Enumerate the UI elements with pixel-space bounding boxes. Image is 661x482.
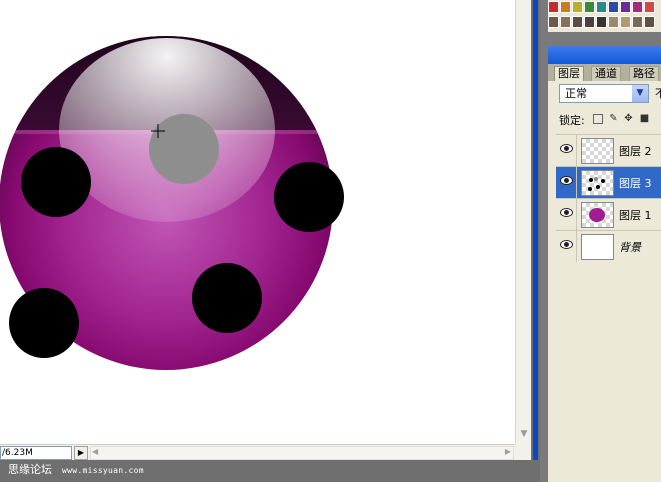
eye-icon[interactable] bbox=[560, 144, 573, 153]
swatch[interactable] bbox=[620, 1, 631, 13]
swatch[interactable] bbox=[608, 1, 619, 13]
black-dot bbox=[192, 263, 262, 333]
grey-dot bbox=[149, 114, 219, 184]
move-icon[interactable]: ✥ bbox=[623, 113, 634, 125]
black-dot bbox=[9, 288, 79, 358]
padlock-icon[interactable]: ■ bbox=[639, 113, 650, 125]
swatch[interactable] bbox=[584, 1, 595, 13]
panel-dock-titlebar[interactable] bbox=[548, 46, 661, 64]
layer-name: 图层 1 bbox=[619, 209, 652, 222]
layers-panel: 图层 通道 路径 正常 ▼ 不透 锁定: ✎ ✥ ■ 图层 2 bbox=[548, 64, 661, 482]
panel-tabs: 图层 通道 路径 bbox=[548, 64, 661, 81]
eye-icon[interactable] bbox=[560, 176, 573, 185]
scroll-right-icon[interactable]: ▶ bbox=[505, 447, 511, 456]
blend-mode-select[interactable]: 正常 ▼ bbox=[559, 84, 649, 103]
photoshop-window: ▼ /6.23M ▶ ◀ ▶ 思缘论坛 www.missyuan.com 图层 … bbox=[0, 0, 661, 482]
status-bar: /6.23M ▶ ◀ ▶ bbox=[0, 444, 531, 460]
swatch[interactable] bbox=[560, 16, 571, 28]
swatch[interactable] bbox=[632, 1, 643, 13]
document-size-readout: /6.23M bbox=[0, 446, 72, 460]
visibility-toggle[interactable] bbox=[556, 135, 577, 166]
lock-label: 锁定: bbox=[559, 114, 585, 127]
layer-row[interactable]: 背景 bbox=[556, 230, 661, 262]
vertical-scrollbar[interactable]: ▼ bbox=[515, 0, 531, 444]
watermark: 思缘论坛 www.missyuan.com bbox=[8, 461, 144, 477]
brush-icon[interactable]: ✎ bbox=[608, 113, 619, 125]
watermark-url: www.missyuan.com bbox=[62, 466, 144, 475]
visibility-toggle[interactable] bbox=[556, 199, 577, 230]
horizontal-scrollbar[interactable]: ◀ ▶ bbox=[90, 446, 514, 460]
app-bottom-bar: 思缘论坛 www.missyuan.com bbox=[0, 460, 540, 482]
layer-row[interactable]: 图层 3 bbox=[556, 166, 661, 198]
swatch[interactable] bbox=[596, 1, 607, 13]
swatch[interactable] bbox=[560, 1, 571, 13]
window-frame bbox=[531, 0, 540, 460]
lock-transparency-icon[interactable] bbox=[593, 114, 603, 124]
layer-name: 图层 3 bbox=[619, 177, 652, 190]
swatch[interactable] bbox=[608, 16, 619, 28]
swatch[interactable] bbox=[620, 16, 631, 28]
tab-channels[interactable]: 通道 bbox=[591, 66, 621, 81]
status-menu-arrow-icon[interactable]: ▶ bbox=[74, 446, 88, 460]
swatch[interactable] bbox=[548, 1, 559, 13]
layer-thumbnail bbox=[581, 234, 614, 260]
swatches-panel bbox=[548, 0, 661, 32]
swatch[interactable] bbox=[548, 16, 559, 28]
lock-row: 锁定: ✎ ✥ ■ bbox=[559, 112, 661, 128]
resize-corner[interactable] bbox=[515, 444, 531, 460]
panel-dock: 图层 通道 路径 正常 ▼ 不透 锁定: ✎ ✥ ■ 图层 2 bbox=[540, 0, 661, 482]
black-dot bbox=[274, 162, 344, 232]
scroll-down-icon[interactable]: ▼ bbox=[518, 428, 530, 440]
swatch[interactable] bbox=[572, 16, 583, 28]
layer-row[interactable]: 图层 1 bbox=[556, 198, 661, 230]
opacity-label: 不透 bbox=[655, 87, 661, 100]
document-window: ▼ /6.23M ▶ ◀ ▶ bbox=[0, 0, 531, 460]
swatch[interactable] bbox=[644, 1, 655, 13]
visibility-toggle[interactable] bbox=[556, 167, 577, 198]
layer-name: 背景 bbox=[619, 241, 641, 254]
chevron-down-icon[interactable]: ▼ bbox=[632, 85, 648, 102]
layer-thumbnail bbox=[581, 138, 614, 164]
swatch[interactable] bbox=[644, 16, 655, 28]
tab-layers[interactable]: 图层 bbox=[554, 66, 584, 81]
visibility-toggle[interactable] bbox=[556, 231, 577, 262]
layer-row[interactable]: 图层 2 bbox=[556, 134, 661, 166]
black-dot bbox=[21, 147, 91, 217]
layer-thumbnail bbox=[581, 170, 614, 196]
layer-thumbnail bbox=[581, 202, 614, 228]
layer-name: 图层 2 bbox=[619, 145, 652, 158]
canvas[interactable] bbox=[0, 0, 515, 444]
tab-paths[interactable]: 路径 bbox=[629, 66, 659, 81]
blend-mode-value: 正常 bbox=[565, 87, 587, 100]
swatch[interactable] bbox=[596, 16, 607, 28]
scroll-left-icon[interactable]: ◀ bbox=[92, 447, 98, 456]
artwork bbox=[0, 36, 344, 370]
watermark-site-name: 思缘论坛 bbox=[8, 463, 52, 476]
swatch[interactable] bbox=[632, 16, 643, 28]
swatch[interactable] bbox=[572, 1, 583, 13]
swatch[interactable] bbox=[584, 16, 595, 28]
eye-icon[interactable] bbox=[560, 208, 573, 217]
eye-icon[interactable] bbox=[560, 240, 573, 249]
